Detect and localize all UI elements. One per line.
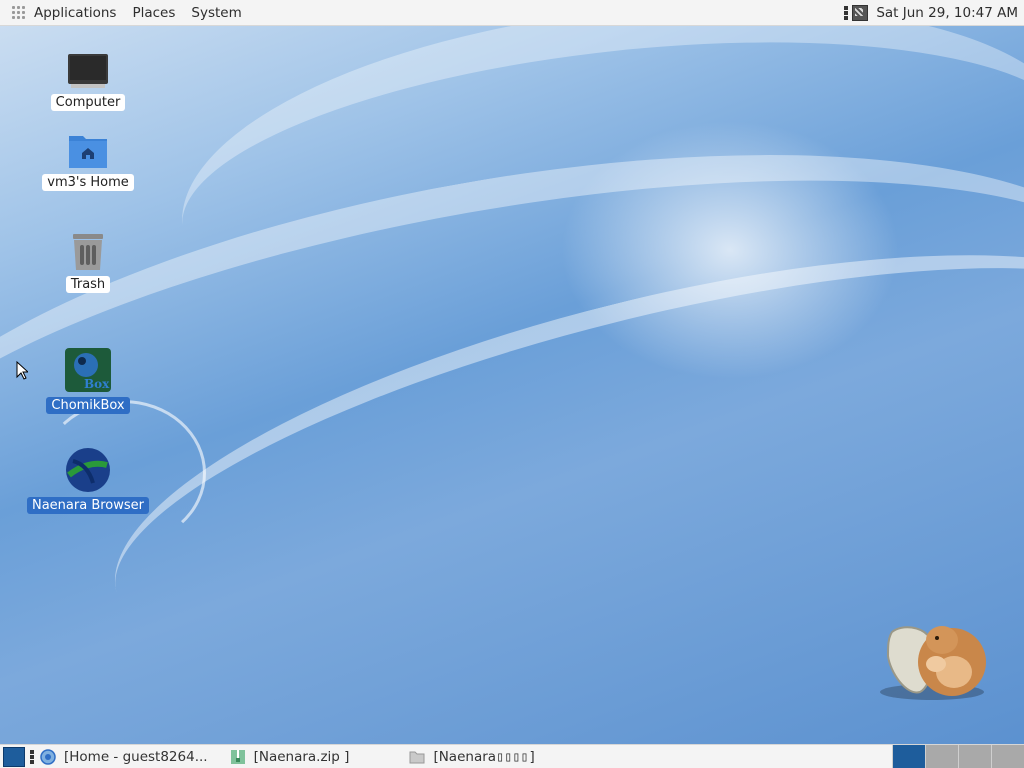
system-tray: Sat Jun 29, 10:47 AM <box>844 4 1018 21</box>
browser-icon <box>40 749 56 765</box>
panel-handle-icon[interactable] <box>844 5 849 20</box>
desktop-icon-label: vm3's Home <box>42 174 134 191</box>
taskbar-item-suffix: ▯▯▯▯] <box>496 749 537 765</box>
trash-icon <box>73 234 103 270</box>
workspace-1[interactable] <box>892 745 925 768</box>
desktop-icon-label: Naenara Browser <box>26 497 150 514</box>
applications-menu[interactable]: Applications <box>34 5 116 21</box>
places-menu[interactable]: Places <box>132 5 175 21</box>
mouse-cursor-icon <box>16 361 28 380</box>
workspace-4[interactable] <box>991 745 1024 768</box>
bottom-panel: [Home - guest8264... [Naenara.zip ] [Nae… <box>0 744 1024 768</box>
folder-icon <box>409 751 425 764</box>
workspace-3[interactable] <box>958 745 991 768</box>
archive-icon <box>230 750 245 764</box>
desktop-icon-label: Computer <box>50 94 126 111</box>
desktop-icon-label: Trash <box>65 276 111 293</box>
taskbar-item-label: [Naenara <box>433 749 497 765</box>
clock[interactable]: Sat Jun 29, 10:47 AM <box>876 5 1018 21</box>
network-icon[interactable] <box>852 4 869 21</box>
system-menu[interactable]: System <box>191 5 241 21</box>
desktop[interactable]: Applications Places System Sat Jun 29, 1… <box>0 0 1024 768</box>
desktop-icon-naenara-browser[interactable]: Naenara Browser <box>26 447 150 514</box>
desktop-icon-label: ChomikBox <box>46 397 130 414</box>
workspace-2[interactable] <box>925 745 958 768</box>
chomikbox-icon: Box <box>65 348 111 392</box>
taskbar-item-label: [Naenara.zip ] <box>253 749 350 765</box>
wallpaper-wave <box>0 70 1024 720</box>
desktop-icon-computer[interactable]: Computer <box>48 52 128 111</box>
taskbar-item-naenara-folder[interactable]: [Naenara ▯▯▯▯] <box>409 745 537 768</box>
panel-handle-icon[interactable] <box>30 750 34 764</box>
taskbar-item-naenara-zip[interactable]: [Naenara.zip ] <box>230 745 350 768</box>
wallpaper-wave <box>560 120 900 380</box>
naenara-browser-icon <box>66 448 110 492</box>
taskbar-item-home[interactable]: [Home - guest8264... <box>40 745 208 768</box>
wallpaper-wave <box>164 0 1024 397</box>
taskbar-item-label: [Home - guest8264... <box>64 749 208 765</box>
home-folder-icon <box>69 136 107 168</box>
desktop-icon-home[interactable]: vm3's Home <box>38 132 138 191</box>
computer-icon <box>68 54 108 88</box>
workspace-switcher <box>892 745 1024 768</box>
desktop-icon-chomikbox[interactable]: Box ChomikBox <box>44 347 132 414</box>
svg-text:Box: Box <box>84 377 110 391</box>
show-desktop-button[interactable] <box>3 747 25 767</box>
top-panel: Applications Places System Sat Jun 29, 1… <box>0 0 1024 26</box>
hamster-in-shell-image <box>880 626 986 700</box>
desktop-icon-trash[interactable]: Trash <box>48 232 128 293</box>
apps-grid-icon[interactable] <box>12 5 26 20</box>
